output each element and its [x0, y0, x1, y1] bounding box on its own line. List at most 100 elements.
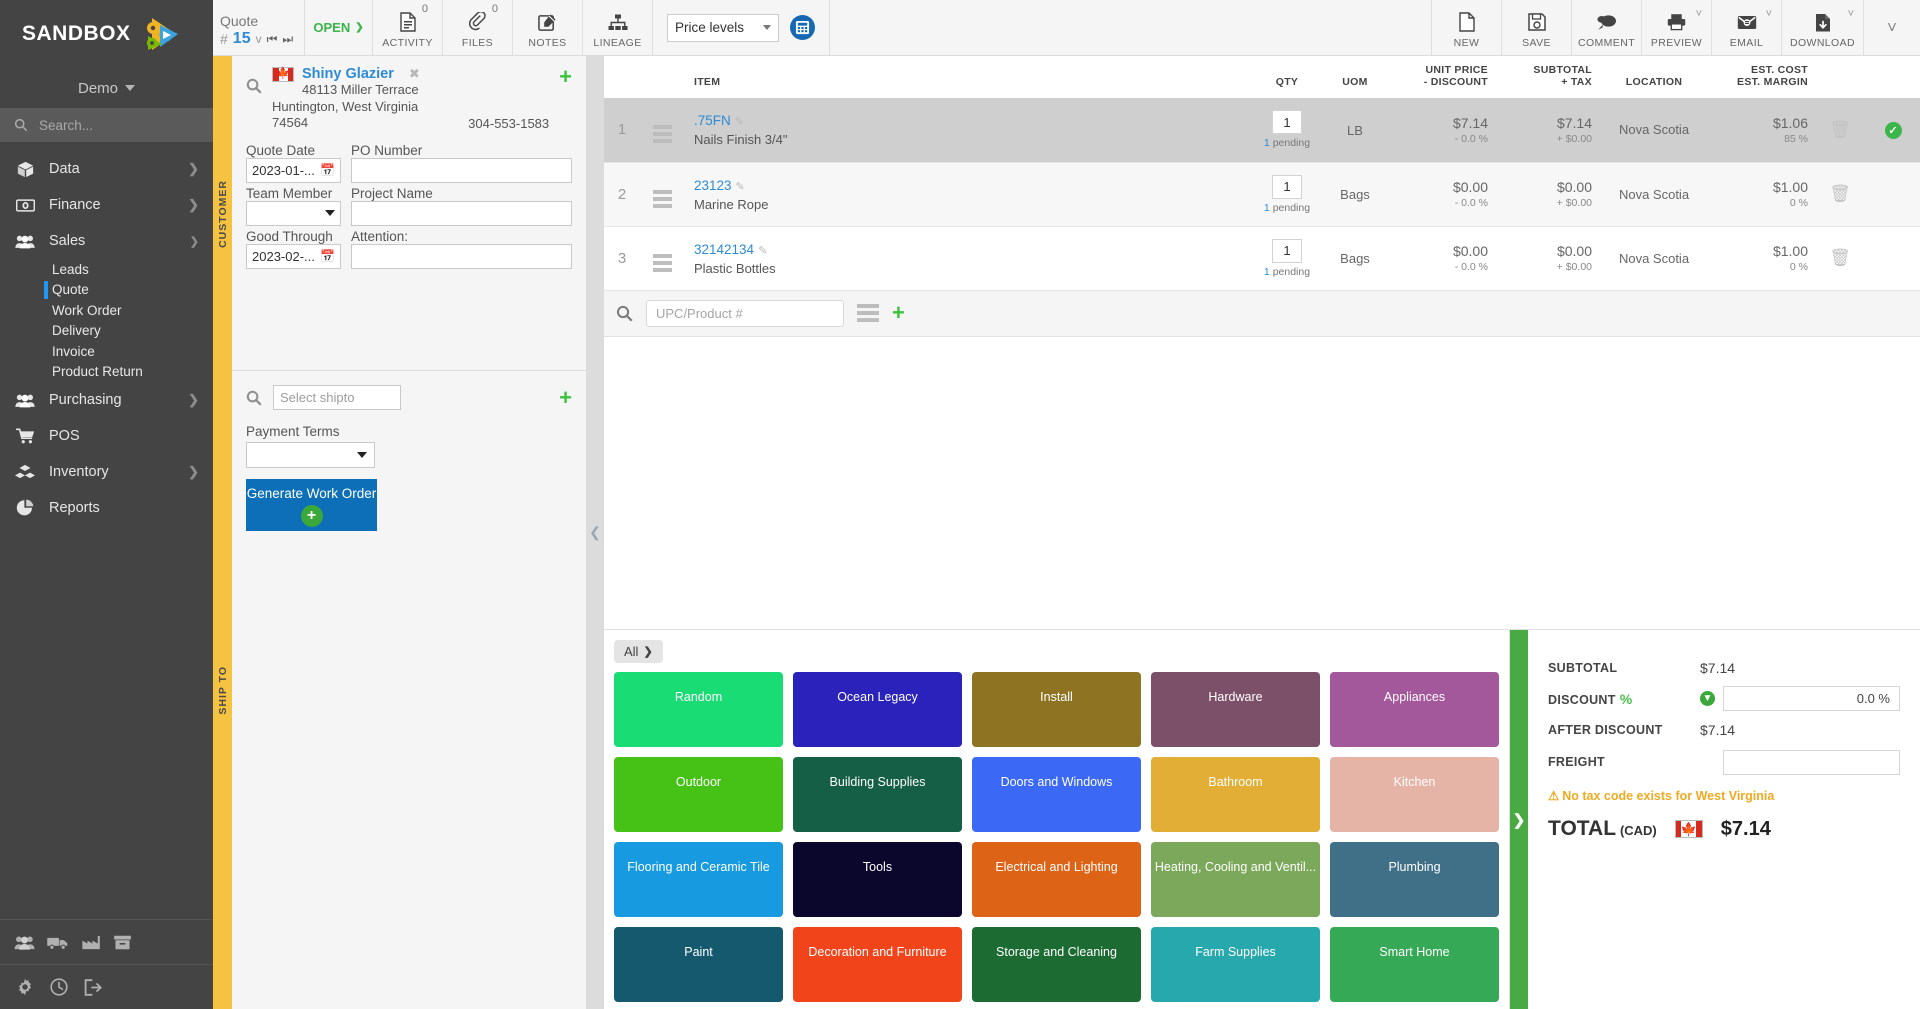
shipto-search-icon[interactable] [246, 390, 262, 406]
edit-item-icon[interactable]: ✎ [736, 181, 745, 193]
sidebar-item-inventory[interactable]: Inventory ❯ [0, 454, 213, 490]
add-item-icon[interactable]: + [892, 302, 905, 324]
chevron-down-icon[interactable]: ˅ [1766, 8, 1772, 20]
sidebar-item-data[interactable]: Data ❯ [0, 151, 213, 187]
truck-icon[interactable] [47, 935, 69, 950]
delete-row-icon[interactable]: 🗑 [1829, 248, 1851, 267]
sidebar-item-delivery[interactable]: Delivery [0, 321, 213, 342]
status-dropdown[interactable]: OPEN ❯ [305, 0, 373, 55]
upc-search-icon[interactable] [616, 305, 633, 322]
sidebar-item-leads[interactable]: Leads [0, 259, 213, 280]
download-button[interactable]: ˅ DOWNLOAD [1782, 0, 1864, 55]
category-tile-farm-supplies[interactable]: Farm Supplies [1151, 927, 1320, 1002]
category-tile-decoration-and-furniture[interactable]: Decoration and Furniture [793, 927, 962, 1002]
payment-terms-select[interactable] [246, 442, 375, 468]
category-tile-random[interactable]: Random [614, 672, 783, 747]
category-tile-paint[interactable]: Paint [614, 927, 783, 1002]
shipto-vertical-tab[interactable]: SHIP TO [213, 371, 232, 1009]
files-button[interactable]: 0 FILES [443, 0, 513, 55]
category-tile-heating-cooling-ventilation[interactable]: Heating, Cooling and Ventil... [1151, 842, 1320, 917]
document-number[interactable]: 15 [233, 30, 251, 48]
delete-row-icon[interactable]: 🗑 [1829, 184, 1851, 203]
edit-item-icon[interactable]: ✎ [735, 116, 744, 128]
sidebar-item-product-return[interactable]: Product Return [0, 362, 213, 383]
upc-product-input[interactable]: UPC/Product # [646, 299, 844, 327]
row-drag-handle-icon[interactable] [652, 253, 672, 272]
category-tile-smart-home[interactable]: Smart Home [1330, 927, 1499, 1002]
table-row[interactable]: 3 32142134 ✎ Plastic Bottles 1 1 pending [604, 226, 1920, 290]
comment-button[interactable]: COMMENT [1572, 0, 1642, 55]
qty-input[interactable]: 1 [1272, 110, 1302, 135]
sidebar-item-invoice[interactable]: Invoice [0, 341, 213, 362]
toolbar-overflow-button[interactable]: ˅ [1864, 0, 1920, 55]
save-button[interactable]: SAVE [1502, 0, 1572, 55]
category-tile-kitchen[interactable]: Kitchen [1330, 757, 1499, 832]
activity-button[interactable]: 0 ACTIVITY [373, 0, 443, 55]
email-button[interactable]: ˅ EMAIL [1712, 0, 1782, 55]
item-sku[interactable]: 23123 [694, 178, 732, 193]
customer-vertical-tab[interactable]: CUSTOMER [213, 56, 232, 371]
attention-input[interactable] [351, 243, 572, 269]
category-tile-tools[interactable]: Tools [793, 842, 962, 917]
row-drag-handle-icon[interactable] [652, 189, 672, 208]
team-member-select[interactable] [246, 200, 341, 226]
category-tile-electrical-and-lighting[interactable]: Electrical and Lighting [972, 842, 1141, 917]
notes-button[interactable]: NOTES [513, 0, 583, 55]
tenant-selector[interactable]: Demo [0, 68, 213, 108]
panel-expand-right-button[interactable]: ❯ [1510, 630, 1528, 1009]
app-logo[interactable]: SANDBOX [0, 0, 213, 68]
category-tile-building-supplies[interactable]: Building Supplies [793, 757, 962, 832]
shipto-select-input[interactable]: Select shipto [273, 385, 401, 410]
add-shipto-icon[interactable]: + [559, 386, 572, 409]
table-row[interactable]: 1 .75FN ✎ Nails Finish 3/4" 1 1 pending [604, 98, 1920, 162]
customer-search-icon[interactable] [246, 78, 262, 94]
preview-button[interactable]: ˅ PREVIEW [1642, 0, 1712, 55]
table-row[interactable]: 2 23123 ✎ Marine Rope 1 1 pending Bags $… [604, 162, 1920, 226]
item-sku[interactable]: 32142134 [694, 242, 754, 257]
qty-input[interactable]: 1 [1272, 174, 1302, 199]
category-tile-plumbing[interactable]: Plumbing [1330, 842, 1499, 917]
add-customer-icon[interactable]: + [559, 66, 572, 88]
category-tile-appliances[interactable]: Appliances [1330, 672, 1499, 747]
version-dropdown[interactable]: v [256, 30, 262, 48]
gear-icon[interactable] [16, 978, 34, 996]
add-item-menu-icon[interactable] [857, 304, 879, 322]
category-tile-outdoor[interactable]: Outdoor [614, 757, 783, 832]
row-drag-handle-icon[interactable] [652, 125, 672, 144]
next-record-icon[interactable]: ⏭ [282, 30, 293, 48]
percent-icon[interactable]: % [1620, 691, 1633, 707]
search-input[interactable]: Search... [0, 108, 213, 142]
calculator-button[interactable] [790, 15, 815, 40]
sidebar-item-finance[interactable]: Finance ❯ [0, 187, 213, 223]
item-location[interactable]: Nova Scotia [1604, 251, 1704, 266]
category-tile-doors-and-windows[interactable]: Doors and Windows [972, 757, 1141, 832]
price-levels-select[interactable]: Price levels [667, 13, 779, 42]
discount-input[interactable]: 0.0 % [1723, 686, 1900, 711]
panel-collapse-left-button[interactable]: ❮ [586, 56, 604, 1009]
quote-date-input[interactable]: 2023-01-... 📅 [246, 157, 341, 183]
good-through-input[interactable]: 2023-02-... 📅 [246, 243, 341, 269]
people-icon[interactable] [14, 935, 35, 950]
clock-icon[interactable] [50, 978, 68, 996]
qty-input[interactable]: 1 [1272, 238, 1302, 263]
chevron-down-icon[interactable]: ˅ [1848, 8, 1854, 20]
new-button[interactable]: NEW [1432, 0, 1502, 55]
row-confirm-icon[interactable]: ✓ [1884, 121, 1902, 139]
category-tile-bathroom[interactable]: Bathroom [1151, 757, 1320, 832]
category-tile-storage-and-cleaning[interactable]: Storage and Cleaning [972, 927, 1141, 1002]
item-location[interactable]: Nova Scotia [1604, 122, 1704, 137]
sidebar-item-work-order[interactable]: Work Order [0, 300, 213, 321]
project-name-input[interactable] [351, 200, 572, 226]
category-tile-hardware[interactable]: Hardware [1151, 672, 1320, 747]
archive-icon[interactable] [113, 935, 132, 950]
item-location[interactable]: Nova Scotia [1604, 187, 1704, 202]
chevron-down-icon[interactable]: ˅ [1696, 8, 1702, 20]
sidebar-item-pos[interactable]: POS [0, 418, 213, 454]
apply-discount-icon[interactable]: ▼ [1700, 691, 1715, 706]
clear-customer-icon[interactable]: ✖ [409, 66, 420, 82]
category-tile-install[interactable]: Install [972, 672, 1141, 747]
generate-work-order-button[interactable]: Generate Work Order + [246, 479, 377, 531]
freight-input[interactable] [1723, 749, 1900, 775]
item-sku[interactable]: .75FN [694, 113, 731, 128]
category-tile-ocean-legacy[interactable]: Ocean Legacy [793, 672, 962, 747]
